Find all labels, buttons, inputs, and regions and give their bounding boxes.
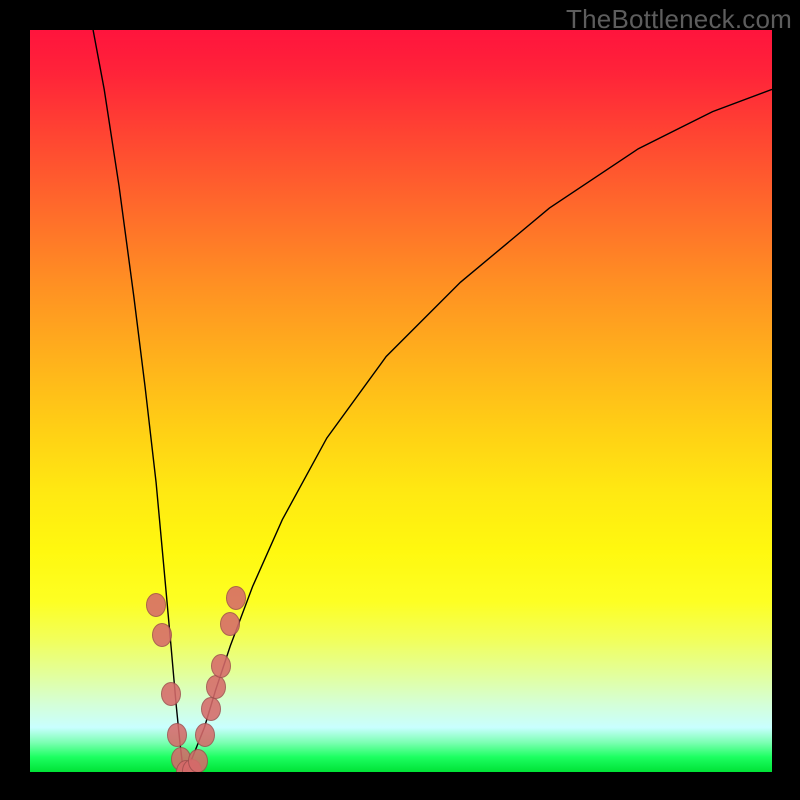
data-marker (226, 586, 246, 610)
data-marker (195, 723, 215, 747)
chart-plot (30, 30, 772, 772)
data-marker (206, 675, 226, 699)
chart-frame: TheBottleneck.com (0, 0, 800, 800)
data-marker (146, 593, 166, 617)
chart-curve (30, 30, 772, 772)
curve-left (93, 30, 186, 772)
data-marker (211, 654, 231, 678)
data-marker (201, 697, 221, 721)
data-marker (152, 623, 172, 647)
data-marker (161, 682, 181, 706)
data-marker (220, 612, 240, 636)
data-marker (167, 723, 187, 747)
curve-right (186, 89, 772, 772)
brand-watermark: TheBottleneck.com (566, 4, 792, 35)
data-marker (188, 749, 208, 772)
